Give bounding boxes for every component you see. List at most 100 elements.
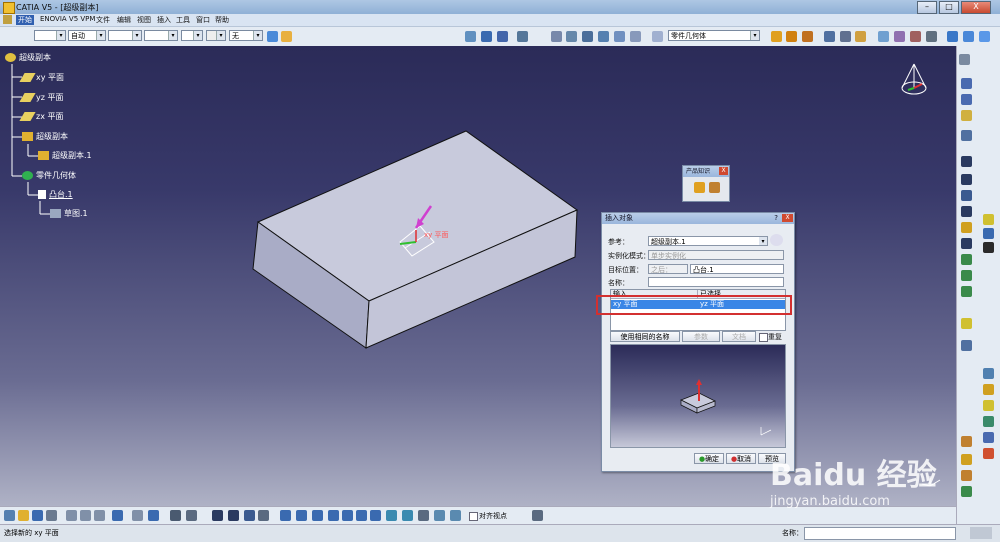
tree-item-super-copy-1[interactable]: 超级副本.1	[38, 150, 92, 161]
pen-icon[interactable]	[878, 31, 889, 42]
scale-icon[interactable]	[983, 448, 994, 459]
whats-this-icon[interactable]	[148, 510, 159, 521]
point-icon[interactable]	[961, 78, 972, 89]
boolean-icon[interactable]	[961, 318, 972, 329]
paste-icon[interactable]	[94, 510, 105, 521]
draft-icon[interactable]	[961, 286, 972, 297]
pad-icon[interactable]	[771, 31, 782, 42]
analysis-icon[interactable]	[961, 470, 972, 481]
pad-icon[interactable]	[961, 156, 972, 167]
circle-icon[interactable]	[551, 31, 562, 42]
line-icon[interactable]	[630, 31, 641, 42]
constraint-icon[interactable]	[961, 454, 972, 465]
pocket-icon[interactable]	[961, 174, 972, 185]
fit-all-icon[interactable]	[296, 510, 307, 521]
target-position-select[interactable]: 之后：	[648, 264, 688, 274]
tree-item-zx[interactable]: zx 平面	[19, 111, 63, 122]
name-field[interactable]	[648, 277, 784, 287]
shaft-icon[interactable]	[961, 190, 972, 201]
law-icon[interactable]	[910, 31, 921, 42]
align-view-checkbox[interactable]	[469, 512, 478, 521]
document-icon[interactable]	[3, 15, 12, 24]
product-icon[interactable]	[694, 182, 705, 193]
hole-icon[interactable]	[961, 222, 972, 233]
groove-icon[interactable]	[961, 206, 972, 217]
workbench-icon[interactable]	[450, 510, 461, 521]
hide-show-icon[interactable]	[418, 510, 429, 521]
pattern-icon[interactable]	[983, 432, 994, 443]
normal-view-icon[interactable]	[370, 510, 381, 521]
sketch-icon[interactable]	[465, 31, 476, 42]
table-icon[interactable]	[212, 510, 223, 521]
zoom-out-icon[interactable]	[356, 510, 367, 521]
tree-item-super-copy[interactable]: 超级副本	[22, 131, 68, 142]
panel-close-button[interactable]: X	[719, 167, 728, 175]
fillet-icon[interactable]	[961, 254, 972, 265]
thickness-icon[interactable]	[983, 228, 994, 239]
point-icon[interactable]	[614, 31, 625, 42]
rib-icon[interactable]	[961, 238, 972, 249]
tree-item-yz[interactable]: yz 平面	[19, 92, 63, 103]
minimize-button[interactable]: –	[917, 1, 937, 14]
sketcher-icon[interactable]	[961, 130, 972, 141]
apply-material-icon[interactable]	[983, 384, 994, 395]
split-icon[interactable]	[983, 242, 994, 253]
line-icon[interactable]	[961, 94, 972, 105]
check-icon[interactable]	[926, 31, 937, 42]
cut-icon[interactable]	[66, 510, 77, 521]
annotation-icon[interactable]	[961, 436, 972, 447]
repeat-checkbox[interactable]	[759, 333, 768, 342]
parameters-button[interactable]: 参数	[682, 331, 720, 342]
pocket-icon[interactable]	[786, 31, 797, 42]
graph-icon[interactable]	[228, 510, 239, 521]
pan-icon[interactable]	[312, 510, 323, 521]
catalog-icon[interactable]	[947, 31, 958, 42]
target-value-field[interactable]: 凸台.1	[690, 264, 784, 274]
tree-item-xy[interactable]: xy 平面	[19, 72, 64, 83]
status-name-input[interactable]	[804, 527, 956, 540]
table-icon[interactable]	[963, 31, 974, 42]
menu-window[interactable]: 窗口	[194, 15, 212, 25]
axis-icon[interactable]	[582, 31, 593, 42]
menu-tools[interactable]: 工具	[174, 15, 192, 25]
dialog-close-button[interactable]: X	[782, 214, 793, 222]
select-icon[interactable]	[961, 340, 972, 351]
eraser-icon[interactable]	[652, 31, 663, 42]
chamfer-icon[interactable]	[961, 270, 972, 281]
menu-start[interactable]: 开始	[16, 15, 34, 25]
rotate-icon[interactable]	[566, 31, 577, 42]
tree-root[interactable]: 超级副本	[5, 52, 51, 63]
current-body-select[interactable]: 零件几何体 ▾	[668, 30, 760, 41]
draft-analysis-icon[interactable]	[961, 486, 972, 497]
open-icon[interactable]	[18, 510, 29, 521]
shell-icon[interactable]	[983, 214, 994, 225]
scan-icon[interactable]	[244, 510, 255, 521]
swap-icon[interactable]	[434, 510, 445, 521]
brush-icon[interactable]	[281, 31, 292, 42]
menu-file[interactable]: 文件	[94, 15, 112, 25]
formula-icon[interactable]	[894, 31, 905, 42]
settings-icon[interactable]	[959, 54, 970, 65]
ref-select[interactable]: 超级副本.1 ▾	[648, 236, 768, 246]
ok-button[interactable]: ●确定	[694, 453, 724, 464]
tree-item-sketch[interactable]: 草图.1	[50, 208, 88, 219]
dialog-help-button[interactable]: ?	[774, 213, 778, 224]
mode-select[interactable]: 单步实例化	[648, 250, 784, 260]
mirror-icon[interactable]	[983, 416, 994, 427]
menu-view[interactable]: 视图	[135, 15, 153, 25]
render-style-icon[interactable]	[402, 510, 413, 521]
menu-edit[interactable]: 编辑	[115, 15, 133, 25]
redo-icon[interactable]	[132, 510, 143, 521]
shaft-icon[interactable]	[802, 31, 813, 42]
print-icon[interactable]	[46, 510, 57, 521]
save-icon[interactable]	[32, 510, 43, 521]
measure-icon[interactable]	[983, 368, 994, 379]
layer-select[interactable]: 无 ▾	[229, 30, 263, 41]
format-painter-icon[interactable]	[267, 31, 278, 42]
thread-icon[interactable]	[840, 31, 851, 42]
new-icon[interactable]	[4, 510, 15, 521]
auto-select[interactable]: ▾	[206, 30, 226, 41]
measure-icon[interactable]	[517, 31, 528, 42]
menu-help[interactable]: 帮助	[213, 15, 231, 25]
rotate-view-icon[interactable]	[328, 510, 339, 521]
